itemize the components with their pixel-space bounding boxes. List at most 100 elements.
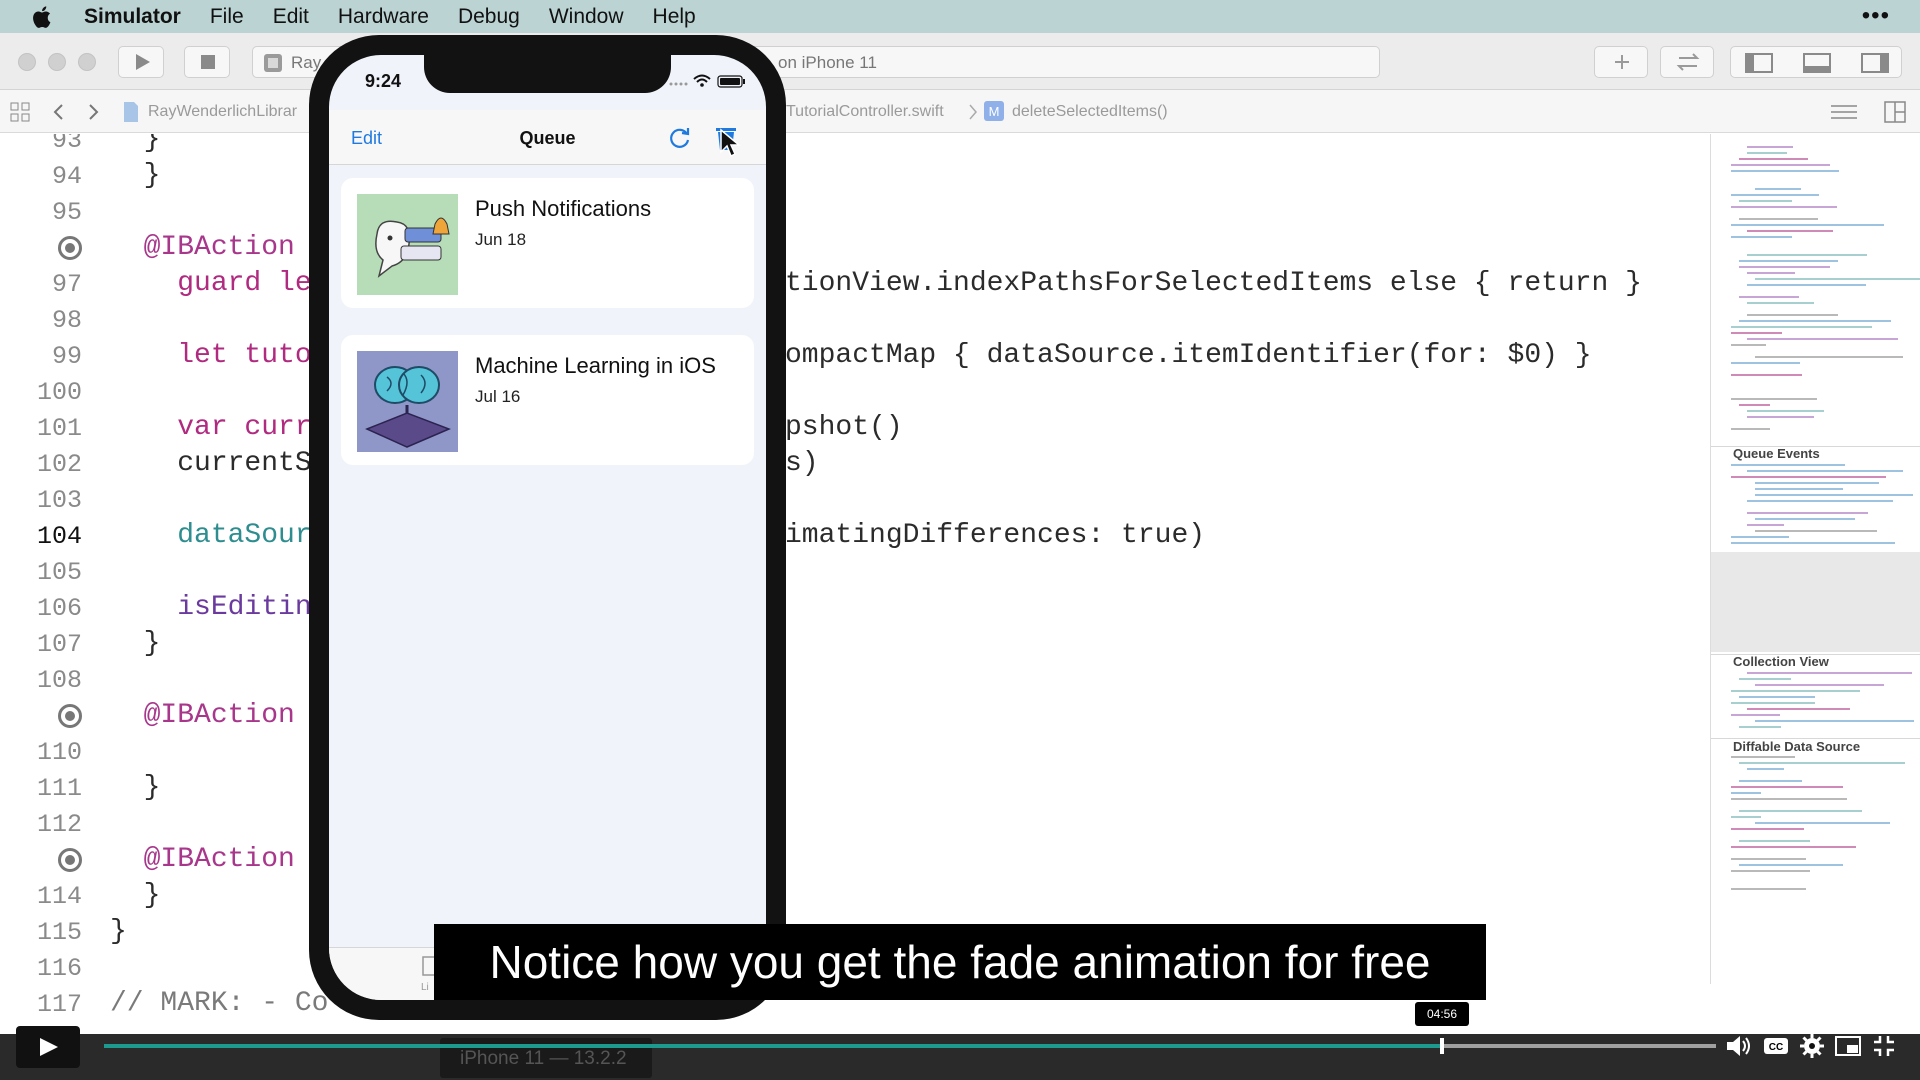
refresh-icon[interactable] [667, 125, 693, 151]
back-arrow-icon[interactable] [52, 102, 66, 122]
add-editor-icon[interactable] [1884, 101, 1906, 123]
minimap-code-line [1739, 678, 1791, 680]
exit-fullscreen-icon[interactable] [1870, 1032, 1898, 1060]
minimap-viewport[interactable] [1711, 552, 1920, 652]
minimap-code-line [1731, 236, 1792, 238]
volume-icon[interactable] [1724, 1032, 1752, 1060]
queue-item-card[interactable]: Machine Learning in iOS Jul 16 [341, 335, 754, 465]
menu-simulator[interactable]: Simulator [84, 5, 181, 29]
line-number: 106 [36, 594, 82, 623]
queue-item-card[interactable]: Push Notifications Jun 18 [341, 178, 754, 308]
line-number: 100 [36, 378, 82, 407]
menu-bar: Simulator File Edit Hardware Debug Windo… [0, 0, 1920, 33]
run-button[interactable] [118, 46, 164, 78]
line-number: 94 [51, 162, 82, 191]
menu-window[interactable]: Window [549, 5, 624, 29]
debug-area-toggle-icon[interactable] [1803, 53, 1831, 73]
navigator-toggle-icon[interactable] [1745, 53, 1773, 73]
code-line: } [110, 628, 161, 659]
line-number: 110 [36, 738, 82, 767]
code-line-tail: ompactMap { dataSource.itemIdentifier(fo… [785, 340, 1592, 371]
code-line: @IBAction [110, 232, 295, 263]
minimap-code-line [1755, 488, 1843, 490]
code-editor[interactable]: 93 94 95 97 98 99 100 101 102 103 104 10… [0, 134, 1710, 1034]
minimap-code-line [1731, 816, 1761, 818]
minimap-code-line [1755, 188, 1801, 190]
xcode-toolbar: Ray on iPhone 11 [0, 33, 1920, 90]
line-number: 111 [36, 774, 82, 803]
minimap-code-line [1731, 206, 1837, 208]
more-icon[interactable]: ••• [1862, 2, 1890, 30]
minimap-code-line [1739, 726, 1781, 728]
code-review-button[interactable] [1660, 46, 1714, 78]
minimap-code-line [1731, 194, 1819, 196]
menu-help[interactable]: Help [653, 5, 696, 29]
stop-button[interactable] [184, 46, 230, 78]
editor-options-icon[interactable] [1830, 104, 1858, 120]
minimap-code-line [1739, 158, 1808, 160]
close-window-button[interactable] [18, 53, 36, 71]
breadcrumb-method[interactable]: deleteSelectedItems() [1012, 103, 1168, 121]
grid-icon[interactable] [10, 102, 30, 122]
progress-handle[interactable] [1440, 1038, 1444, 1054]
line-number: 108 [36, 666, 82, 695]
minimap-code-line [1731, 846, 1856, 848]
queue-item-date: Jul 16 [475, 387, 521, 406]
inspector-toggle-icon[interactable] [1861, 53, 1889, 73]
minimap-code-line [1731, 798, 1847, 800]
line-number: 101 [36, 414, 82, 443]
menu-edit[interactable]: Edit [273, 5, 309, 29]
minimap-code-line [1731, 792, 1761, 794]
queue-item-date: Jun 18 [475, 230, 527, 249]
scheme-name: Ray [291, 53, 322, 72]
breakpoint-icon[interactable] [58, 848, 82, 872]
library-button[interactable] [1594, 46, 1648, 78]
breadcrumb-file[interactable]: TutorialController.swift [786, 103, 944, 121]
code-line: guard le [110, 268, 312, 299]
iphone-simulator: 9:24 Edit Queue Push Notifications Jun 1… [309, 35, 786, 1020]
minimap-section-label[interactable]: Queue Events [1733, 446, 1820, 461]
breakpoint-icon[interactable] [58, 704, 82, 728]
picture-in-picture-icon[interactable] [1834, 1032, 1862, 1060]
minimap-code-line [1731, 702, 1815, 704]
minimap-code-line [1755, 482, 1879, 484]
minimap-code-line [1731, 344, 1766, 346]
tab-label: Li [421, 982, 429, 993]
minimap-code-line [1739, 840, 1810, 842]
play-button[interactable] [16, 1026, 80, 1068]
minimap-code-line [1739, 404, 1770, 406]
minimap-code-line [1755, 684, 1884, 686]
closed-captions-icon[interactable]: CC [1762, 1032, 1790, 1060]
minimap[interactable]: Queue Events Collection View Diffable Da… [1710, 134, 1920, 984]
minimap-code-line [1747, 524, 1784, 526]
minimap-code-line [1731, 362, 1800, 364]
minimap-code-line [1747, 672, 1912, 674]
menu-hardware[interactable]: Hardware [338, 5, 429, 29]
progress-bar[interactable]: 04:56 [104, 1002, 1716, 1054]
line-number: 93 [51, 134, 82, 155]
forward-arrow-icon[interactable] [86, 102, 100, 122]
line-number: 117 [36, 990, 82, 1019]
menu-file[interactable]: File [210, 5, 244, 29]
minimap-code-line [1731, 326, 1872, 328]
zoom-window-button[interactable] [78, 53, 96, 71]
minimap-code-line [1747, 230, 1833, 232]
minimap-code-line [1747, 338, 1898, 340]
menu-debug[interactable]: Debug [458, 5, 520, 29]
apple-icon[interactable] [30, 4, 56, 30]
breakpoint-icon[interactable] [58, 236, 82, 260]
settings-gear-icon[interactable] [1798, 1032, 1826, 1060]
cellular-icon [669, 82, 688, 86]
code-line: dataSour [110, 520, 312, 551]
breadcrumb-project[interactable]: RayWenderlichLibrar [148, 103, 297, 121]
line-number: 98 [51, 306, 82, 335]
code-line-comment: // MARK: - Co [110, 988, 329, 1019]
code-line: let tuto [110, 340, 312, 371]
minimap-code-line [1739, 762, 1905, 764]
minimize-window-button[interactable] [48, 53, 66, 71]
minimap-section-label[interactable]: Diffable Data Source [1733, 739, 1860, 754]
method-icon: M [984, 101, 1004, 121]
minimap-code-line [1747, 512, 1868, 514]
minimap-section-label[interactable]: Collection View [1733, 654, 1829, 669]
minimap-code-line [1739, 780, 1802, 782]
